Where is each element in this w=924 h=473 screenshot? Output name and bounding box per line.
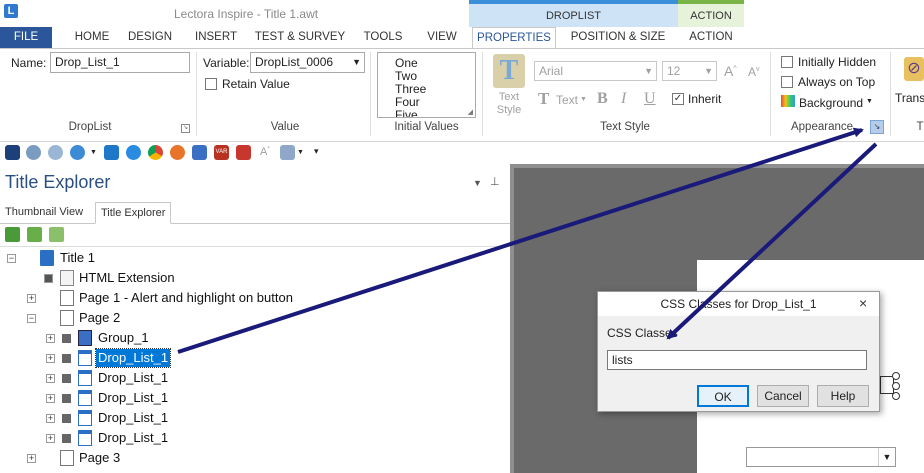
annotation-arrows: [177, 127, 878, 354]
arrow-to-css-classes-field: [666, 142, 878, 340]
arrow-to-appearance-launcher: [177, 127, 864, 354]
